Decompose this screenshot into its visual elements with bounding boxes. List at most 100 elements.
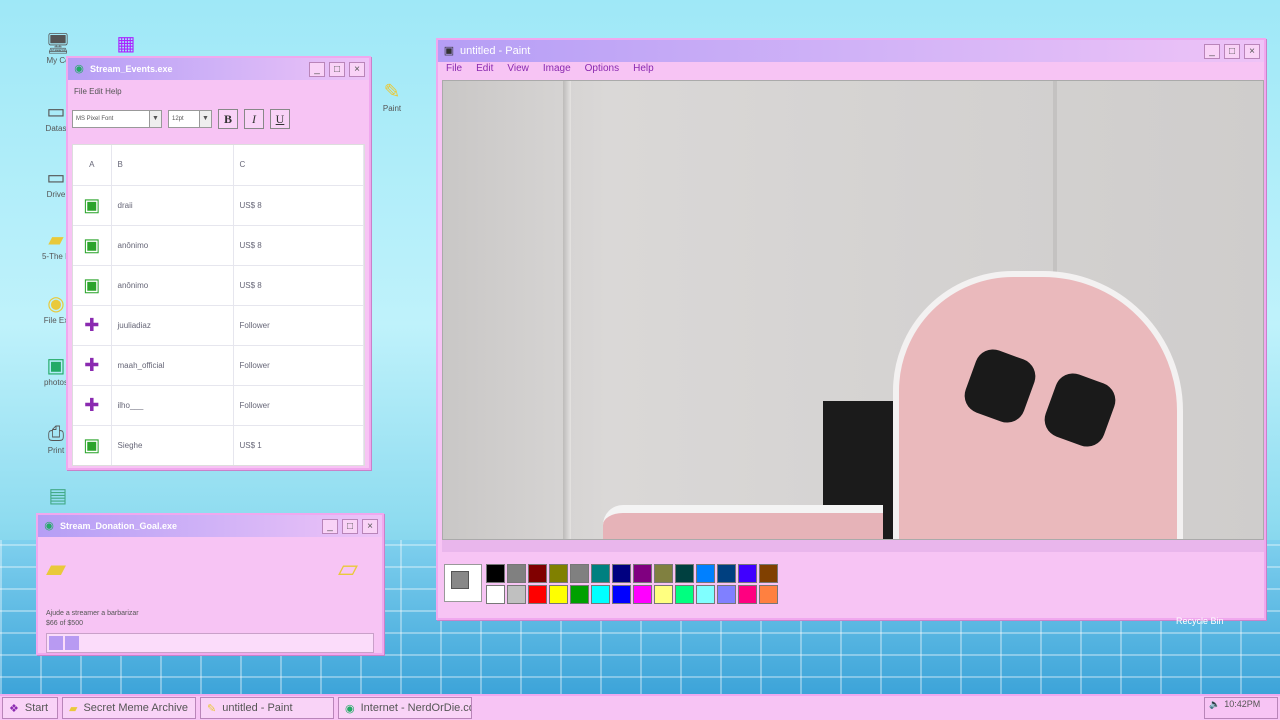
taskbar-item-internet[interactable]: ◉ Internet - NerdOrDie.com: [338, 697, 472, 719]
color-swatch[interactable]: [528, 585, 547, 604]
taskbar-item-label: Internet - NerdOrDie.com: [360, 702, 472, 714]
color-swatch[interactable]: [633, 585, 652, 604]
event-name: anônimo: [111, 225, 234, 266]
maximize-button[interactable]: □: [329, 61, 345, 77]
font-select[interactable]: MS Pixel Font ▼: [72, 110, 162, 128]
color-swatch[interactable]: [486, 564, 505, 583]
color-swatch[interactable]: [612, 564, 631, 583]
color-swatch[interactable]: [528, 564, 547, 583]
color-swatch[interactable]: [717, 564, 736, 583]
color-swatch[interactable]: [738, 564, 757, 583]
paint-window: ▣ untitled - Paint _ □ × File Edit View …: [436, 38, 1266, 620]
current-color[interactable]: [444, 564, 482, 602]
wall-corner: [563, 81, 571, 539]
network-icon: ▦: [116, 33, 136, 55]
events-grid: A B C ▣ draii US$ 8 ▣ anônimo US$ 8 ▣ an…: [72, 144, 365, 466]
chair-seat: [603, 505, 883, 539]
color-swatch[interactable]: [549, 564, 568, 583]
color-swatch[interactable]: [591, 585, 610, 604]
paint-icon: ✎: [383, 81, 401, 103]
donation-titlebar[interactable]: ◉ Stream_Donation_Goal.exe _ □ ×: [38, 515, 382, 537]
table-row[interactable]: ✚ maah_official Follower: [73, 345, 364, 386]
maximize-button[interactable]: □: [1224, 43, 1240, 59]
size-select[interactable]: 12pt ▼: [168, 110, 212, 128]
color-swatch[interactable]: [549, 585, 568, 604]
color-swatch[interactable]: [675, 585, 694, 604]
grid-header-row: A B C: [73, 145, 364, 186]
close-button[interactable]: ×: [362, 518, 378, 534]
color-swatch[interactable]: [612, 585, 631, 604]
minimize-button[interactable]: _: [309, 61, 325, 77]
table-row[interactable]: ▣ draii US$ 8: [73, 185, 364, 226]
recycle-bin-label[interactable]: Recycle Bin: [1176, 616, 1224, 626]
menu-edit[interactable]: Edit: [476, 63, 493, 79]
color-swatch[interactable]: [507, 564, 526, 583]
menu-help[interactable]: Help: [633, 63, 654, 79]
color-swatch[interactable]: [570, 585, 589, 604]
color-swatch[interactable]: [696, 564, 715, 583]
desktop-icon-network[interactable]: ▦: [104, 32, 148, 56]
table-row[interactable]: ▣ Sieghe US$ 1: [73, 425, 364, 465]
start-button[interactable]: ❖ Start: [2, 697, 58, 719]
taskbar-item-meme-archive[interactable]: ▰ Secret Meme Archive: [62, 697, 196, 719]
color-swatch[interactable]: [759, 585, 778, 604]
money-icon: ▣: [83, 274, 101, 295]
column-header-b: B: [111, 145, 234, 186]
globe-icon: ◉: [74, 63, 84, 75]
goal-text: Ajude a streamer a barbarizar: [46, 610, 139, 617]
table-row[interactable]: ✚ juuliadiaz Follower: [73, 305, 364, 346]
taskbar-item-paint[interactable]: ✎ untitled - Paint: [200, 697, 334, 719]
color-palette: [444, 564, 778, 604]
table-row[interactable]: ✚ ilho___ Follower: [73, 385, 364, 426]
close-button[interactable]: ×: [349, 61, 365, 77]
event-value: US$ 1: [233, 425, 364, 465]
event-name: anônimo: [111, 265, 234, 306]
stream-events-window: ◉ Stream_Events.exe _ □ × File Edit Help…: [66, 56, 371, 470]
chevron-down-icon: ▼: [199, 111, 211, 127]
progress-segment: [65, 636, 79, 650]
color-swatch[interactable]: [717, 585, 736, 604]
color-swatch[interactable]: [486, 585, 505, 604]
open-folder-icon: ▱: [338, 553, 358, 583]
paint-titlebar[interactable]: ▣ untitled - Paint _ □ ×: [438, 40, 1264, 62]
desktop-icon-paint[interactable]: ✎ Paint: [370, 80, 414, 113]
donation-text: Ajude a streamer a barbarizar $66 of $50…: [46, 609, 139, 629]
events-titlebar[interactable]: ◉ Stream_Events.exe _ □ ×: [68, 58, 369, 80]
maximize-button[interactable]: □: [342, 518, 358, 534]
minimize-button[interactable]: _: [322, 518, 338, 534]
color-swatch[interactable]: [633, 564, 652, 583]
menu-file[interactable]: File: [446, 63, 462, 79]
bold-button[interactable]: B: [218, 109, 238, 129]
italic-button[interactable]: I: [244, 109, 264, 129]
color-swatch[interactable]: [654, 585, 673, 604]
paint-status-strip: [442, 540, 1264, 552]
close-button[interactable]: ×: [1244, 43, 1260, 59]
color-swatch[interactable]: [654, 564, 673, 583]
table-row[interactable]: ▣ anônimo US$ 8: [73, 225, 364, 266]
color-swatch[interactable]: [738, 585, 757, 604]
paint-title: untitled - Paint: [460, 45, 531, 57]
add-user-icon: ✚: [84, 354, 100, 375]
table-row[interactable]: ▣ anônimo US$ 8: [73, 265, 364, 306]
money-icon: ▣: [83, 194, 101, 215]
webcam-canvas[interactable]: [442, 80, 1264, 540]
color-swatch[interactable]: [591, 564, 610, 583]
color-swatch[interactable]: [696, 585, 715, 604]
folder-icon: ▰: [69, 702, 78, 715]
color-swatch[interactable]: [507, 585, 526, 604]
minimize-button[interactable]: _: [1204, 43, 1220, 59]
color-swatch[interactable]: [570, 564, 589, 583]
color-swatch[interactable]: [675, 564, 694, 583]
menu-options[interactable]: Options: [585, 63, 619, 79]
desktop-icon-notepad[interactable]: ▤: [36, 484, 80, 508]
color-swatch[interactable]: [759, 564, 778, 583]
size-select-value: 12pt: [172, 116, 184, 122]
speaker-icon[interactable]: 🔈: [1209, 699, 1220, 710]
menu-image[interactable]: Image: [543, 63, 571, 79]
events-menubar[interactable]: File Edit Help: [68, 80, 369, 104]
event-value: US$ 8: [233, 185, 364, 226]
menu-view[interactable]: View: [507, 63, 529, 79]
donation-progress-bar: [46, 633, 374, 653]
underline-button[interactable]: U: [270, 109, 290, 129]
clock: 10:42PM: [1224, 699, 1261, 709]
